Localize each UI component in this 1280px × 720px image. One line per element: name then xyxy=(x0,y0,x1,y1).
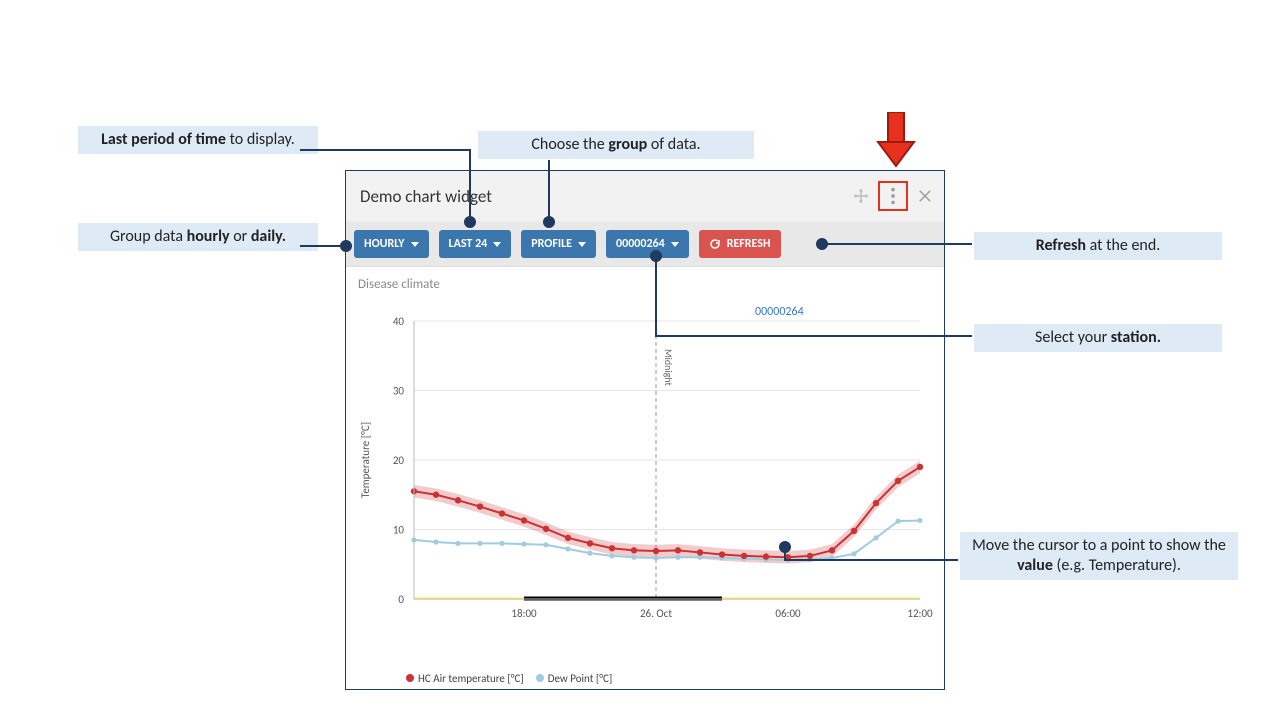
chevron-down-icon xyxy=(411,242,419,247)
chart-legend: HC Air temperature [°C] Dew Point [°C] xyxy=(406,672,612,685)
svg-text:26. Oct: 26. Oct xyxy=(640,607,672,620)
callout-refresh: Refresh at the end. xyxy=(974,232,1222,260)
temperature-chart[interactable]: 0 10 20 30 40 18:00 26. Oct 06:00 12:00 Temperatu… xyxy=(346,297,944,657)
widget-header: Demo chart widget xyxy=(346,171,944,222)
svg-text:0: 0 xyxy=(398,593,404,606)
svg-text:Midnight: Midnight xyxy=(662,349,675,387)
chevron-down-icon xyxy=(671,242,679,247)
demo-chart-widget: Demo chart widget HOURLY LAST 24 PROFILE… xyxy=(345,170,945,690)
station-dropdown[interactable]: 00000264 xyxy=(606,230,689,258)
refresh-icon xyxy=(709,238,721,250)
callout-last-period: Last period of time to display. xyxy=(78,126,318,154)
svg-text:12:00: 12:00 xyxy=(907,607,933,620)
move-icon[interactable] xyxy=(850,185,872,207)
callout-hourly-daily: Group data hourly or daily. xyxy=(78,223,318,251)
toolbar: HOURLY LAST 24 PROFILE 00000264 REFRESH xyxy=(346,222,944,267)
callout-choose-group: Choose the group of data. xyxy=(478,131,754,159)
callout-station: Select your station. xyxy=(974,324,1222,352)
close-icon[interactable] xyxy=(914,185,936,207)
red-arrow-icon xyxy=(876,112,916,168)
svg-text:40: 40 xyxy=(393,315,405,328)
widget-title: Demo chart widget xyxy=(360,186,492,207)
chevron-down-icon xyxy=(493,242,501,247)
svg-text:18:00: 18:00 xyxy=(511,607,537,620)
legend-dew-point: Dew Point [°C] xyxy=(536,672,613,685)
svg-text:30: 30 xyxy=(393,385,405,398)
refresh-button[interactable]: REFRESH xyxy=(699,230,781,258)
svg-text:10: 10 xyxy=(393,524,405,537)
hourly-dropdown[interactable]: HOURLY xyxy=(354,230,429,258)
more-menu-icon[interactable] xyxy=(878,181,908,211)
chart-body: Disease climate 00000264 01020304018:002… xyxy=(346,267,944,691)
svg-text:Temperature [°C]: Temperature [°C] xyxy=(359,422,372,498)
legend-air-temp: HC Air temperature [°C] xyxy=(406,672,524,685)
profile-dropdown[interactable]: PROFILE xyxy=(521,230,596,258)
chevron-down-icon xyxy=(578,242,586,247)
svg-text:06:00: 06:00 xyxy=(775,607,801,620)
widget-header-icons xyxy=(850,181,936,211)
chart-subheading: Disease climate xyxy=(358,277,440,292)
callout-cursor-value: Move the cursor to a point to show the v… xyxy=(960,532,1238,580)
svg-text:20: 20 xyxy=(393,454,405,467)
last-period-dropdown[interactable]: LAST 24 xyxy=(439,230,512,258)
